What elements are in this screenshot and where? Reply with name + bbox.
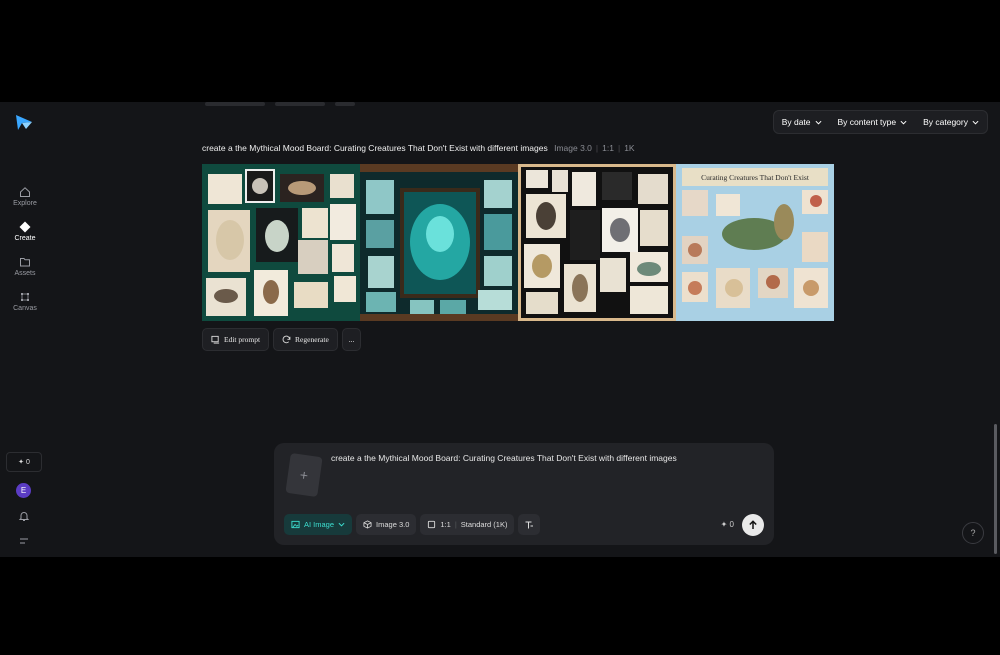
model-select[interactable]: Image 3.0 bbox=[356, 514, 417, 535]
generation-prompt: create a the Mythical Mood Board: Curati… bbox=[202, 143, 548, 153]
menu-icon[interactable] bbox=[18, 535, 30, 547]
filter-label: By content type bbox=[837, 117, 897, 127]
logo-icon[interactable] bbox=[14, 112, 34, 132]
edit-icon bbox=[211, 335, 220, 344]
folder-icon bbox=[20, 258, 30, 267]
sidebar-item-label: Create bbox=[14, 235, 36, 242]
image-caption: Curating Creatures That Don't Exist bbox=[701, 173, 810, 182]
sidebar-item-explore[interactable]: Explore bbox=[0, 186, 50, 207]
model-label: Image 3.0 bbox=[376, 520, 410, 529]
arrow-up-icon bbox=[749, 520, 757, 529]
canvas-icon bbox=[21, 293, 29, 301]
image-icon bbox=[291, 520, 300, 529]
help-button[interactable]: ? bbox=[962, 522, 984, 544]
chevron-down-icon bbox=[338, 522, 345, 527]
generation-ratio: 1:1 bbox=[602, 143, 614, 153]
home-icon bbox=[20, 187, 30, 197]
sidebar-item-label: Canvas bbox=[13, 305, 37, 312]
text-style-button[interactable] bbox=[518, 514, 541, 535]
credits-count: 0 bbox=[25, 458, 30, 466]
scrollbar[interactable] bbox=[994, 424, 997, 554]
button-label: Edit prompt bbox=[224, 335, 261, 344]
more-options-button[interactable]: ... bbox=[341, 328, 362, 351]
generation-cost: ✦ 0 bbox=[721, 520, 734, 529]
chevron-down-icon bbox=[815, 120, 822, 125]
prompt-input[interactable]: create a the Mythical Mood Board: Curati… bbox=[331, 453, 677, 463]
ratio-label: 1:1 bbox=[440, 520, 451, 529]
app-window: Explore Create Assets Canvas ✦ 0 E By da… bbox=[0, 102, 1000, 557]
divider: | bbox=[617, 143, 621, 153]
sparkle-icon bbox=[19, 221, 31, 233]
more-icon: ... bbox=[348, 335, 355, 344]
generation-header: create a the Mythical Mood Board: Curati… bbox=[202, 143, 635, 153]
sidebar-item-label: Assets bbox=[14, 270, 36, 277]
composer-toolbar: AI Image Image 3.0 1:1 | Standard (1K) bbox=[284, 514, 541, 535]
faded-tab bbox=[205, 102, 265, 106]
prompt-composer: + create a the Mythical Mood Board: Cura… bbox=[274, 443, 774, 545]
plus-icon: + bbox=[298, 466, 310, 484]
faded-tab bbox=[335, 102, 355, 106]
generated-image-4[interactable]: Curating Creatures That Don't Exist bbox=[676, 164, 834, 321]
spark-icon: ✦ bbox=[720, 520, 728, 529]
filter-bar: By date By content type By category bbox=[772, 110, 988, 134]
generated-image-1[interactable] bbox=[202, 164, 360, 321]
generated-image-2[interactable] bbox=[360, 164, 518, 321]
sidebar-item-canvas[interactable]: Canvas bbox=[0, 291, 50, 312]
chevron-down-icon bbox=[900, 120, 907, 125]
upload-reference-button[interactable]: + bbox=[285, 452, 323, 498]
filter-label: By date bbox=[781, 117, 811, 127]
cube-icon bbox=[363, 520, 372, 529]
credits-badge[interactable]: ✦ 0 bbox=[6, 452, 42, 472]
divider: | bbox=[454, 520, 457, 529]
faded-tab bbox=[275, 102, 325, 106]
filter-by-category[interactable]: By category bbox=[915, 111, 987, 133]
filter-by-date[interactable]: By date bbox=[774, 111, 830, 133]
sidebar-item-create[interactable]: Create bbox=[0, 221, 50, 242]
image-grid: Curating Creatures That Don't Exist bbox=[202, 164, 834, 321]
cost-value: 0 bbox=[729, 520, 734, 529]
edit-prompt-button[interactable]: Edit prompt bbox=[202, 328, 270, 351]
filter-by-content-type[interactable]: By content type bbox=[830, 111, 916, 133]
button-label: Regenerate bbox=[295, 335, 329, 344]
question-icon: ? bbox=[970, 528, 976, 538]
mode-label: AI Image bbox=[304, 520, 335, 529]
size-select[interactable]: 1:1 | Standard (1K) bbox=[420, 514, 515, 535]
sidebar-item-assets[interactable]: Assets bbox=[0, 256, 50, 277]
divider: | bbox=[595, 143, 599, 153]
sidebar: Explore Create Assets Canvas ✦ 0 E bbox=[0, 102, 50, 557]
regenerate-button[interactable]: Regenerate bbox=[273, 328, 338, 351]
generated-image-3[interactable] bbox=[518, 164, 676, 321]
generation-resolution: 1K bbox=[624, 143, 635, 153]
mode-select[interactable]: AI Image bbox=[284, 514, 353, 535]
text-format-icon bbox=[525, 521, 534, 528]
bell-icon[interactable] bbox=[18, 510, 30, 522]
refresh-icon bbox=[282, 335, 291, 344]
quality-label: Standard (1K) bbox=[460, 520, 508, 529]
generation-actions: Edit prompt Regenerate ... bbox=[202, 328, 362, 351]
generation-model: Image 3.0 bbox=[554, 143, 592, 153]
avatar[interactable]: E bbox=[16, 483, 31, 498]
send-button[interactable] bbox=[742, 514, 764, 536]
sidebar-item-label: Explore bbox=[13, 200, 37, 207]
chevron-down-icon bbox=[972, 120, 979, 125]
square-icon bbox=[428, 520, 436, 529]
filter-label: By category bbox=[923, 117, 968, 127]
spark-icon: ✦ bbox=[18, 459, 24, 466]
